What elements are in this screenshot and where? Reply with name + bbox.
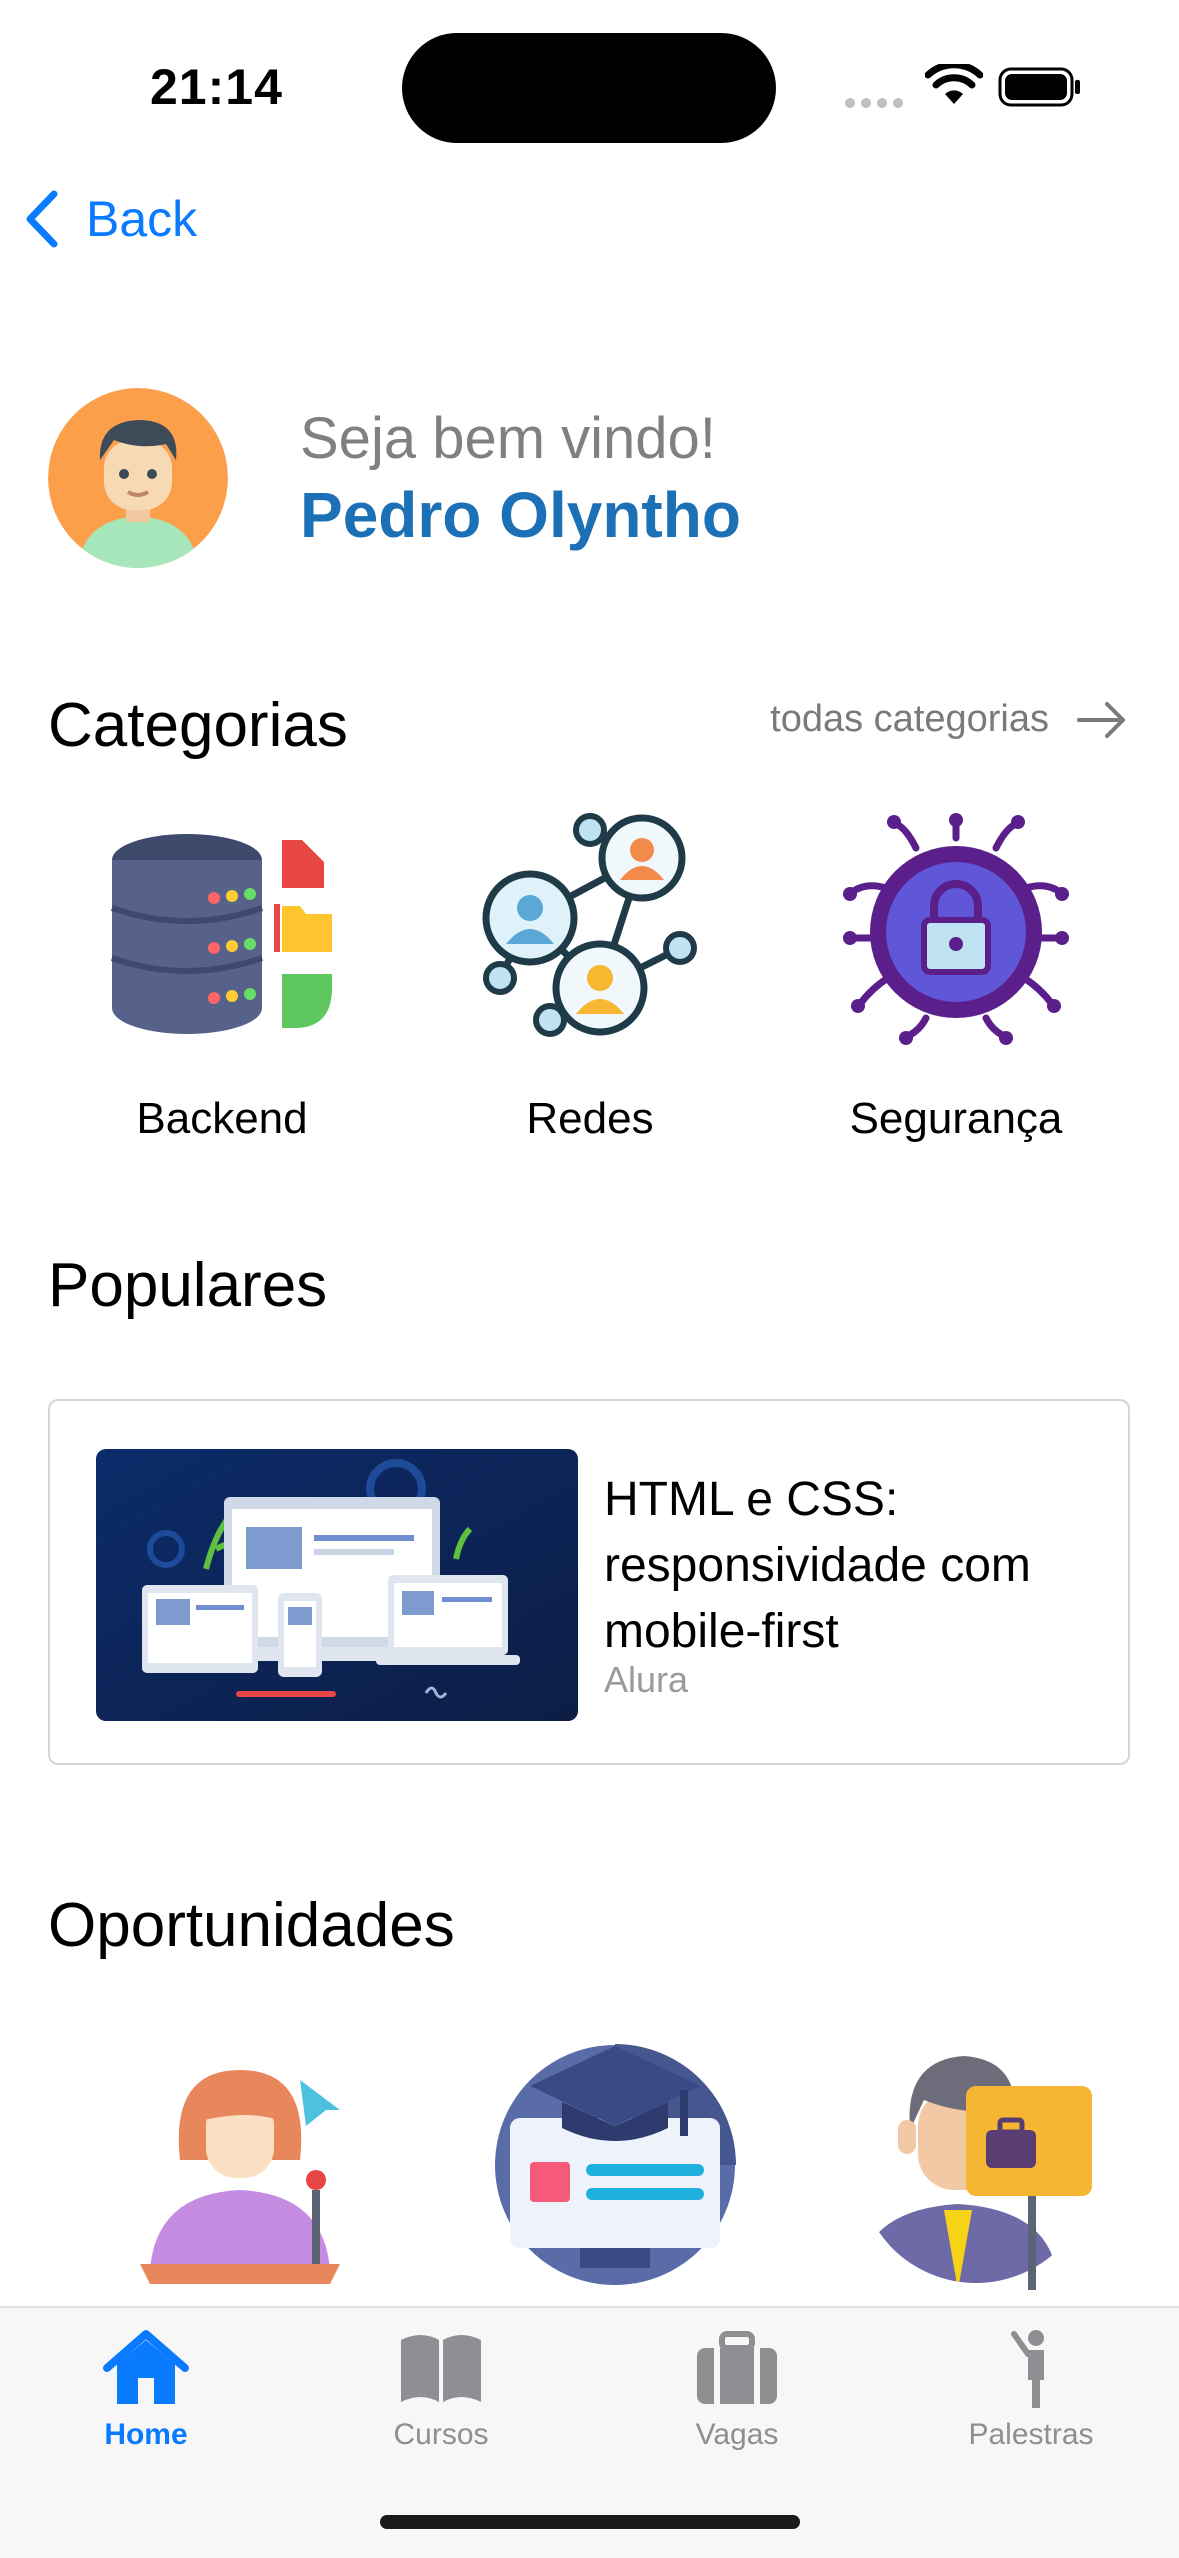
tab-label: Palestras (968, 2418, 1094, 2451)
welcome-text: Seja bem vindo! (300, 406, 716, 471)
status-time: 21:14 (150, 59, 283, 115)
category-backend[interactable]: Backend (82, 808, 362, 1144)
back-button[interactable]: Back (24, 190, 197, 248)
tab-palestras[interactable]: Palestras (931, 2328, 1131, 2452)
network-users-icon (470, 808, 710, 1048)
home-indicator (380, 2515, 800, 2529)
wifi-icon (925, 64, 983, 104)
cellular-signal-icon (845, 95, 909, 113)
see-all-categories-link[interactable]: todas categorias (770, 698, 1127, 741)
tab-label: Home (104, 2418, 188, 2451)
tab-home[interactable]: Home (46, 2328, 246, 2452)
briefcase-icon (692, 2328, 782, 2408)
tab-cursos[interactable]: Cursos (341, 2328, 541, 2452)
presenter-icon (986, 2328, 1076, 2408)
dynamic-island (402, 33, 776, 143)
popular-course-card[interactable]: HTML e CSS: responsividade com mobile-fi… (48, 1399, 1130, 1765)
tab-vagas[interactable]: Vagas (637, 2328, 837, 2452)
popular-title: Populares (48, 1251, 328, 1320)
course-thumbnail (96, 1449, 578, 1721)
category-label: Segurança (849, 1094, 1063, 1143)
course-title: HTML e CSS: responsividade com mobile-fi… (604, 1473, 1031, 1658)
course-source: Alura (604, 1659, 689, 1700)
tab-label: Vagas (695, 2418, 779, 2451)
back-label: Back (86, 191, 198, 247)
security-lock-icon (836, 808, 1076, 1048)
speaker-woman-icon[interactable] (120, 2040, 370, 2290)
opportunities-title: Oportunidades (48, 1891, 455, 1960)
server-database-icon (102, 808, 342, 1048)
battery-icon (998, 67, 1080, 107)
house-icon (101, 2328, 191, 2408)
see-all-label: todas categorias (770, 698, 1049, 740)
category-redes[interactable]: Redes (450, 808, 730, 1144)
category-seguranca[interactable]: Segurança (816, 808, 1096, 1144)
arrow-right-icon (1077, 701, 1125, 738)
chevron-left-icon (26, 190, 58, 248)
job-seeker-icon[interactable] (858, 2040, 1108, 2290)
user-name: Pedro Olyntho (300, 479, 741, 551)
book-icon (396, 2328, 486, 2408)
categories-title: Categorias (48, 691, 348, 760)
avatar (48, 388, 228, 568)
graduation-screen-icon[interactable] (490, 2040, 740, 2290)
category-label: Redes (526, 1094, 654, 1143)
tab-label: Cursos (393, 2418, 489, 2451)
category-label: Backend (136, 1094, 308, 1143)
